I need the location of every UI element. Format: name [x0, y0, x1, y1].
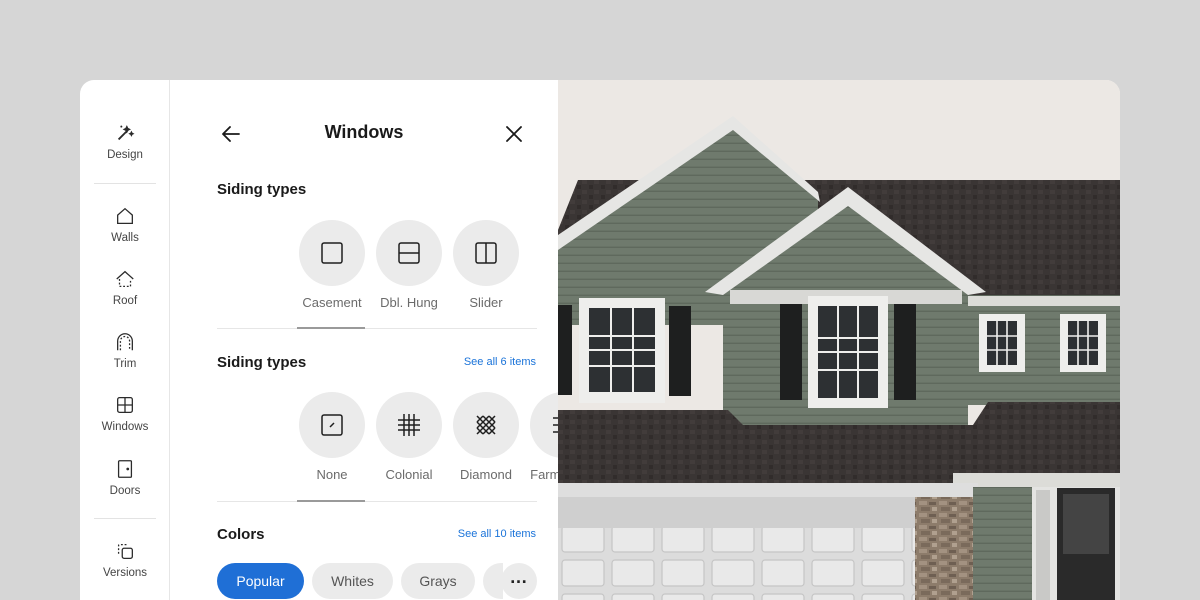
rail-item-design[interactable]: Design	[80, 122, 170, 178]
rail-label-windows: Windows	[101, 421, 149, 433]
section-divider	[217, 328, 537, 329]
left-rail: Design Walls Roof Trim Windows Doors Ver…	[80, 80, 170, 600]
see-all-colors-link[interactable]: See all 10 items	[458, 528, 536, 540]
more-colors-button[interactable]: …	[501, 563, 537, 599]
option-none[interactable]: None	[297, 392, 367, 482]
rail-label-design: Design	[107, 149, 143, 161]
more-dots-icon: …	[509, 567, 529, 587]
option-double-hung[interactable]: Dbl. Hung	[374, 220, 444, 310]
option-label: None	[316, 467, 348, 482]
rail-label-trim: Trim	[113, 358, 137, 370]
rail-divider	[94, 518, 156, 519]
option-label: Casement	[302, 295, 362, 310]
rail-item-windows[interactable]: Windows	[80, 394, 170, 450]
diamond-grid-icon	[476, 415, 496, 435]
option-label: Slider	[469, 295, 503, 310]
selected-indicator	[297, 500, 365, 502]
house-preview[interactable]	[558, 80, 1120, 600]
option-colonial[interactable]: Colonial	[374, 392, 444, 482]
versions-stack-icon	[117, 543, 133, 559]
option-diamond[interactable]: Diamond	[451, 392, 521, 482]
house-rendering	[558, 80, 1120, 600]
rail-label-versions: Versions	[102, 567, 148, 579]
option-slider[interactable]: Slider	[451, 220, 521, 310]
rail-item-walls[interactable]: Walls	[80, 205, 170, 261]
no-grid-icon	[321, 414, 343, 436]
see-all-grid-link[interactable]: See all 6 items	[464, 356, 536, 368]
rail-item-doors[interactable]: Doors	[80, 458, 170, 514]
roof-outline-icon	[116, 270, 134, 287]
close-button[interactable]	[501, 121, 527, 147]
option-label: Dbl. Hung	[380, 295, 438, 310]
option-label: Diamond	[459, 467, 513, 482]
colonial-grid-icon	[398, 414, 420, 436]
selected-indicator	[297, 327, 365, 329]
double-hung-window-icon	[398, 242, 420, 264]
chip-overflow[interactable]	[483, 563, 503, 599]
section-title-siding-types: Siding types	[217, 181, 307, 198]
rail-divider	[94, 183, 156, 184]
chip-popular[interactable]: Popular	[217, 563, 304, 599]
rail-label-roof: Roof	[112, 295, 138, 307]
option-casement[interactable]: Casement	[297, 220, 367, 310]
app-window: Design Walls Roof Trim Windows Doors Ver…	[80, 80, 1120, 600]
panel-title: Windows	[324, 122, 404, 142]
door-icon	[117, 460, 133, 478]
windows-panel: Windows Siding types Casement Dbl. Hung …	[170, 80, 596, 600]
chip-whites[interactable]: Whites	[312, 563, 393, 599]
close-icon	[506, 126, 522, 142]
rail-label-doors: Doors	[109, 485, 141, 497]
section-title-colors: Colors	[217, 526, 265, 543]
section-divider	[217, 501, 537, 502]
rail-label-walls: Walls	[111, 232, 139, 244]
rail-item-trim[interactable]: Trim	[80, 331, 170, 387]
section-title-grid-types: Siding types	[217, 354, 307, 371]
magic-wand-icon	[117, 125, 135, 141]
slider-window-icon	[475, 242, 497, 264]
window-grid-icon	[117, 397, 133, 413]
casement-window-icon	[321, 242, 343, 264]
rail-item-roof[interactable]: Roof	[80, 268, 170, 324]
rail-item-versions[interactable]: Versions	[80, 540, 170, 596]
arch-trim-icon	[117, 333, 133, 351]
option-label: Colonial	[385, 467, 433, 482]
chip-grays[interactable]: Grays	[401, 563, 475, 599]
house-outline-icon	[117, 207, 133, 224]
